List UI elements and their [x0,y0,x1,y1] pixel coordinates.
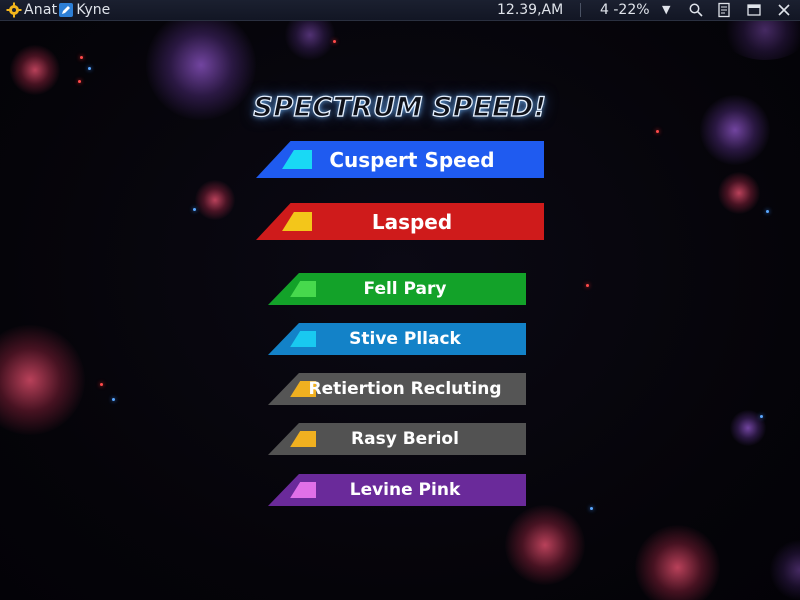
menu-button-stive-pllack[interactable]: Stive Pllack [268,323,526,355]
close-icon[interactable] [776,2,792,18]
divider [580,3,581,17]
menu-button-label: Rasy Beriol [351,429,459,449]
red-glow-orb [0,325,85,435]
star [100,383,103,386]
star [586,284,589,287]
red-glow-orb [505,505,585,585]
arrow-accent-icon [290,280,316,298]
chevron-down-icon[interactable]: ▼ [662,0,670,20]
gear-icon [6,2,22,18]
arrow-accent-icon [290,330,316,348]
arrow-accent-icon [282,149,312,170]
pencil-icon[interactable] [59,3,74,17]
search-icon[interactable] [688,2,704,18]
menu-button-cuspert-speed[interactable]: Cuspert Speed [256,141,544,178]
star [193,208,196,211]
star [80,56,83,59]
clock: 12.39,AM [497,2,564,18]
game-screen: Anat Kyne 12.39,AM 4 -22% ▼ SPECTRUM SPE… [0,0,800,600]
arrow-accent-icon [290,481,316,499]
menu-button-label: Fell Pary [363,279,447,299]
star [112,398,115,401]
star [88,67,91,70]
purple-glow-orb [770,540,800,600]
menu-button-label: Cuspert Speed [329,147,495,172]
app-title: Anat [24,2,58,18]
star [78,80,81,83]
battery-level: 4 -22% [600,2,650,18]
menu-button-retiertion-recluting[interactable]: Retiertion Recluting [268,373,526,405]
app-title-suffix: Kyne [76,2,111,18]
menu-button-label: Retiertion Recluting [308,379,502,399]
window-icon[interactable] [746,2,762,18]
menu-button-lasped[interactable]: Lasped [256,203,544,240]
menu-button-label: Lasped [371,209,453,234]
red-glow-orb [635,525,720,600]
menu-button-fell-pary[interactable]: Fell Pary [268,273,526,305]
red-glow-orb [10,45,60,95]
arrow-accent-icon [290,430,316,448]
red-glow-orb [195,180,235,220]
top-status-bar: Anat Kyne 12.39,AM 4 -22% ▼ [0,0,800,21]
menu-button-label: Levine Pink [349,480,461,500]
red-glow-orb [718,172,760,214]
star [760,415,763,418]
star [766,210,769,213]
document-icon[interactable] [716,2,732,18]
star [333,40,336,43]
menu-button-levine-pink[interactable]: Levine Pink [268,474,526,506]
star [656,130,659,133]
game-title: SPECTRUM SPEED! [253,91,547,123]
arrow-accent-icon [282,211,312,232]
star [590,507,593,510]
menu-button-label: Stive Pllack [349,329,461,349]
menu-button-rasy-beriol[interactable]: Rasy Beriol [268,423,526,455]
